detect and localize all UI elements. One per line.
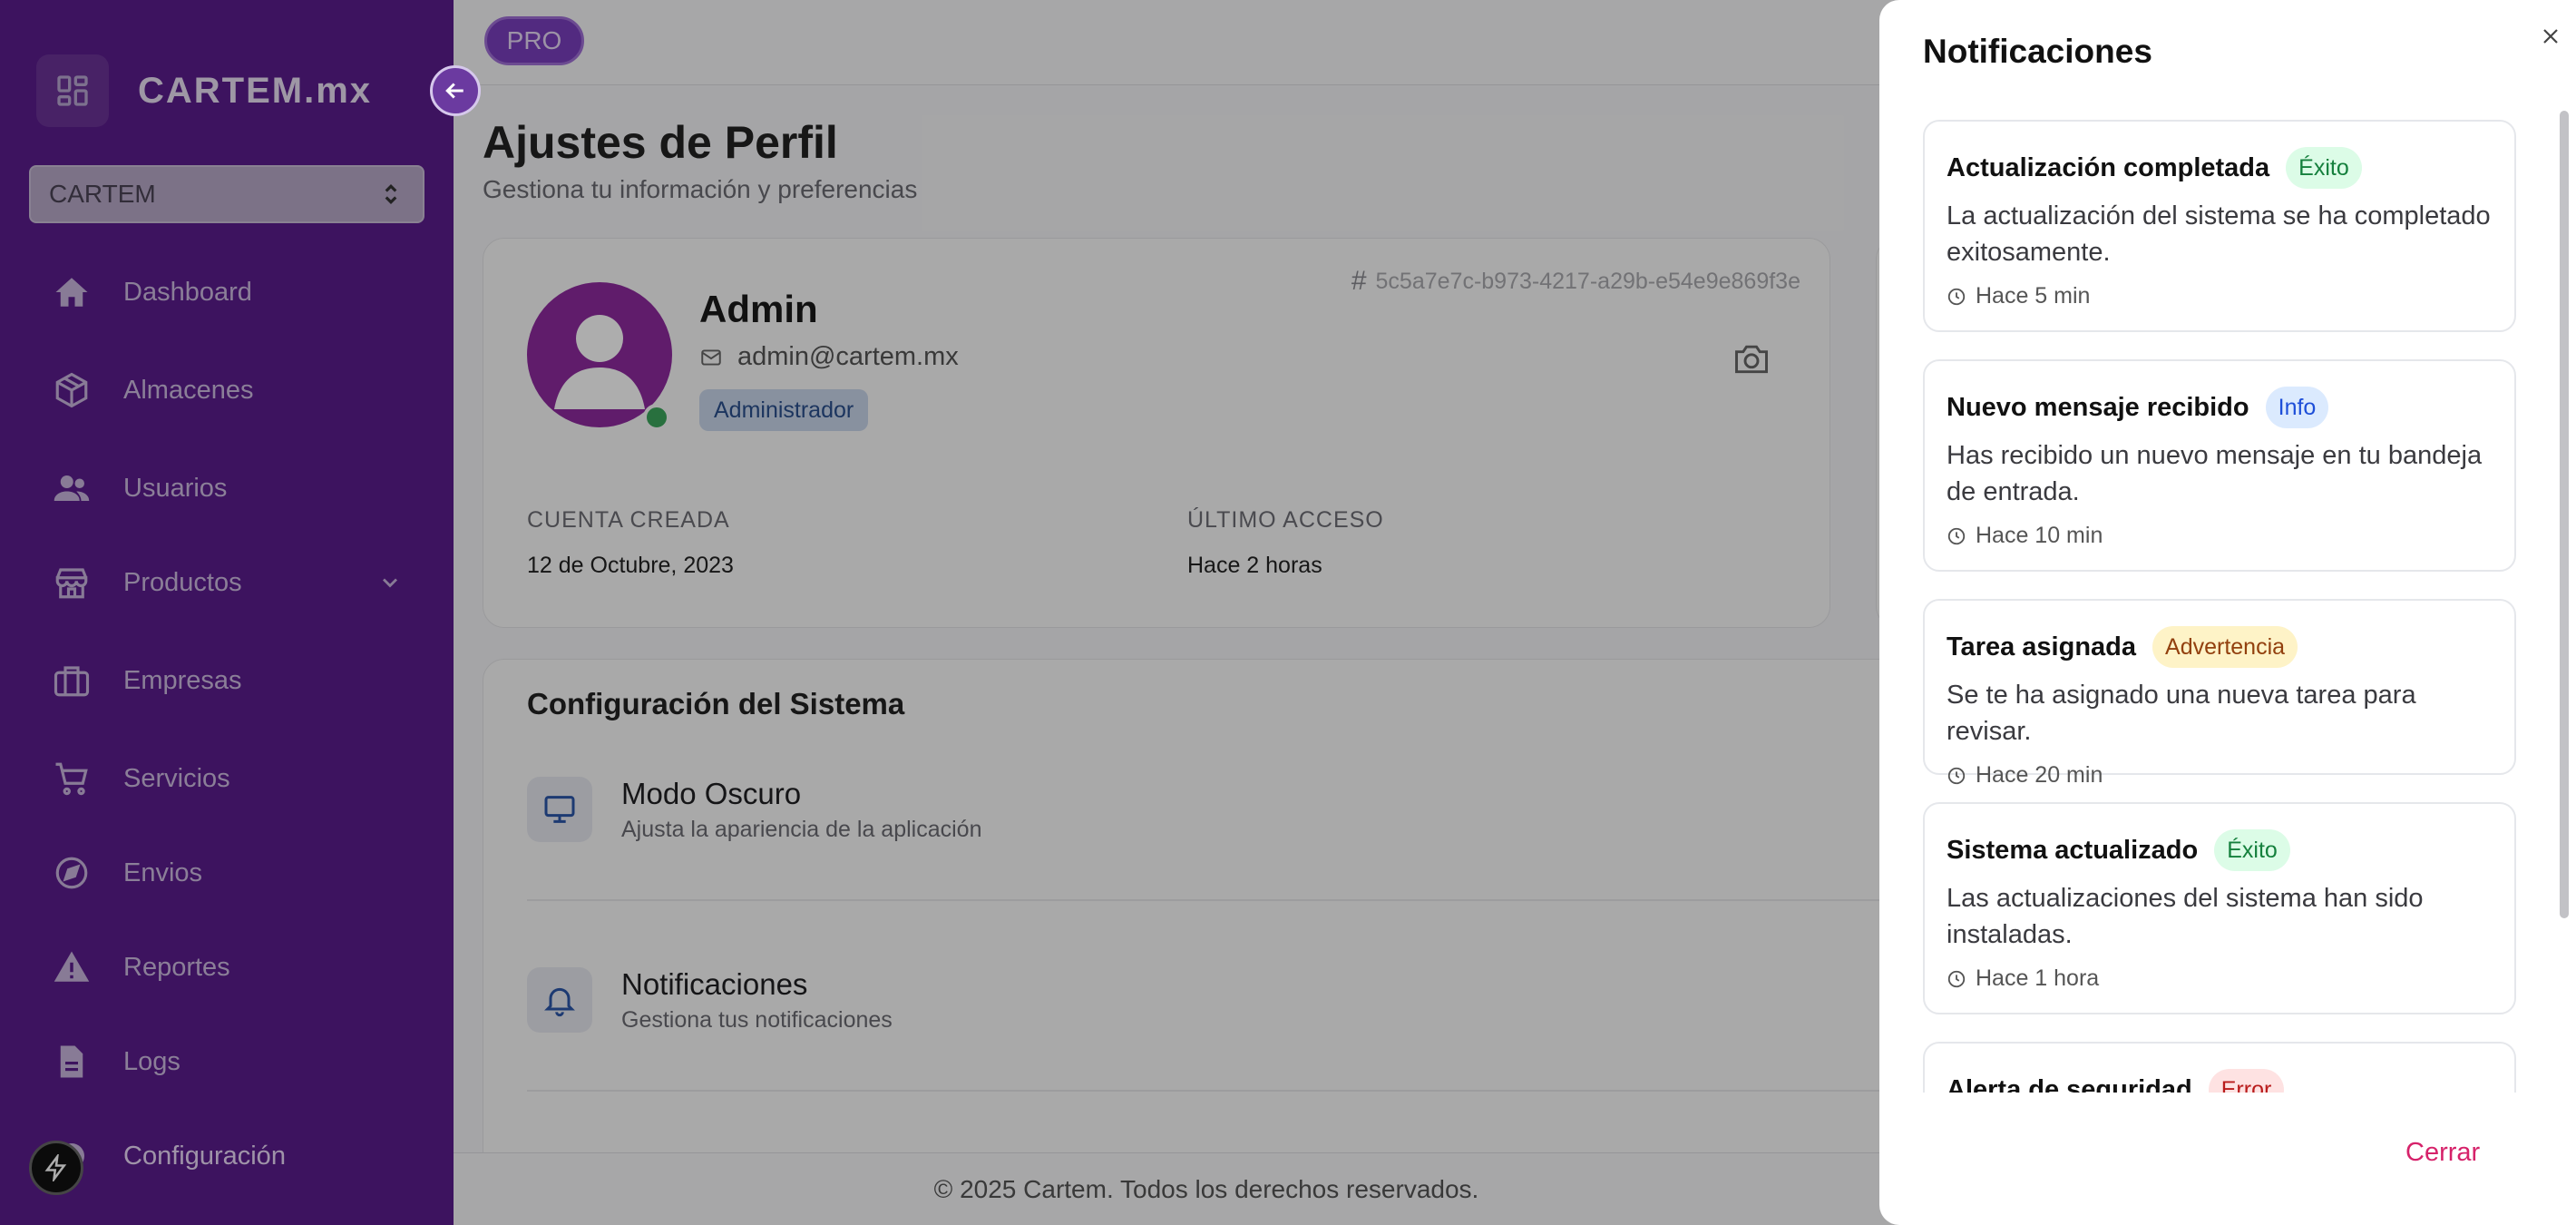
status-badge: Éxito bbox=[2214, 829, 2290, 871]
notification-message: Se te ha asignado una nueva tarea para r… bbox=[1947, 681, 2416, 746]
arrow-left-icon bbox=[445, 83, 463, 99]
notification-item[interactable]: Alerta de seguridad Error bbox=[1923, 1042, 2516, 1093]
notification-title: Sistema actualizado bbox=[1947, 835, 2199, 865]
status-badge: Info bbox=[2265, 387, 2329, 428]
clock-icon bbox=[1947, 767, 1966, 784]
notification-item[interactable]: Actualización completada Éxito La actual… bbox=[1923, 120, 2516, 332]
status-badge: Éxito bbox=[2286, 147, 2362, 189]
notification-time: Hace 1 hora bbox=[1947, 965, 2493, 992]
notification-title: Nuevo mensaje recibido bbox=[1947, 392, 2249, 422]
notification-time: Hace 10 min bbox=[1947, 523, 2493, 549]
notification-message: La actualización del sistema se ha compl… bbox=[1947, 201, 2491, 267]
scrollbar[interactable] bbox=[2560, 111, 2569, 918]
notification-time-text: Hace 20 min bbox=[1976, 762, 2103, 788]
notification-title: Actualización completada bbox=[1947, 152, 2270, 182]
close-button[interactable] bbox=[2536, 22, 2565, 51]
sidebar-collapse-button[interactable] bbox=[430, 65, 481, 116]
notification-time-text: Hace 1 hora bbox=[1976, 965, 2100, 991]
status-badge: Advertencia bbox=[2152, 626, 2298, 668]
notification-item[interactable]: Nuevo mensaje recibido Info Has recibido… bbox=[1923, 359, 2516, 572]
notification-title: Tarea asignada bbox=[1947, 632, 2137, 662]
notification-time: Hace 20 min bbox=[1947, 762, 2493, 789]
notification-time: Hace 5 min bbox=[1947, 283, 2493, 309]
cerrar-button[interactable]: Cerrar bbox=[2405, 1138, 2480, 1168]
notification-item[interactable]: Tarea asignada Advertencia Se te ha asig… bbox=[1923, 599, 2516, 788]
notification-message: Has recibido un nuevo mensaje en tu band… bbox=[1947, 441, 2483, 506]
panel-title: Notificaciones bbox=[1923, 33, 2152, 70]
notification-time-text: Hace 10 min bbox=[1976, 523, 2103, 548]
status-badge: Error bbox=[2208, 1069, 2285, 1093]
clock-icon bbox=[1947, 970, 1966, 987]
notification-title: Alerta de seguridad bbox=[1947, 1074, 2192, 1093]
notification-time-text: Hace 5 min bbox=[1976, 283, 2091, 309]
clock-icon bbox=[1947, 527, 1966, 544]
notification-message: Las actualizaciones del sistema han sido… bbox=[1947, 884, 2424, 949]
notifications-panel: Notificaciones Actualización completada … bbox=[1879, 0, 2576, 1225]
notification-list[interactable]: Actualización completada Éxito La actual… bbox=[1879, 109, 2576, 1093]
notification-item[interactable]: Sistema actualizado Éxito Las actualizac… bbox=[1923, 802, 2516, 1014]
close-icon bbox=[2543, 29, 2558, 44]
clock-icon bbox=[1947, 288, 1966, 305]
